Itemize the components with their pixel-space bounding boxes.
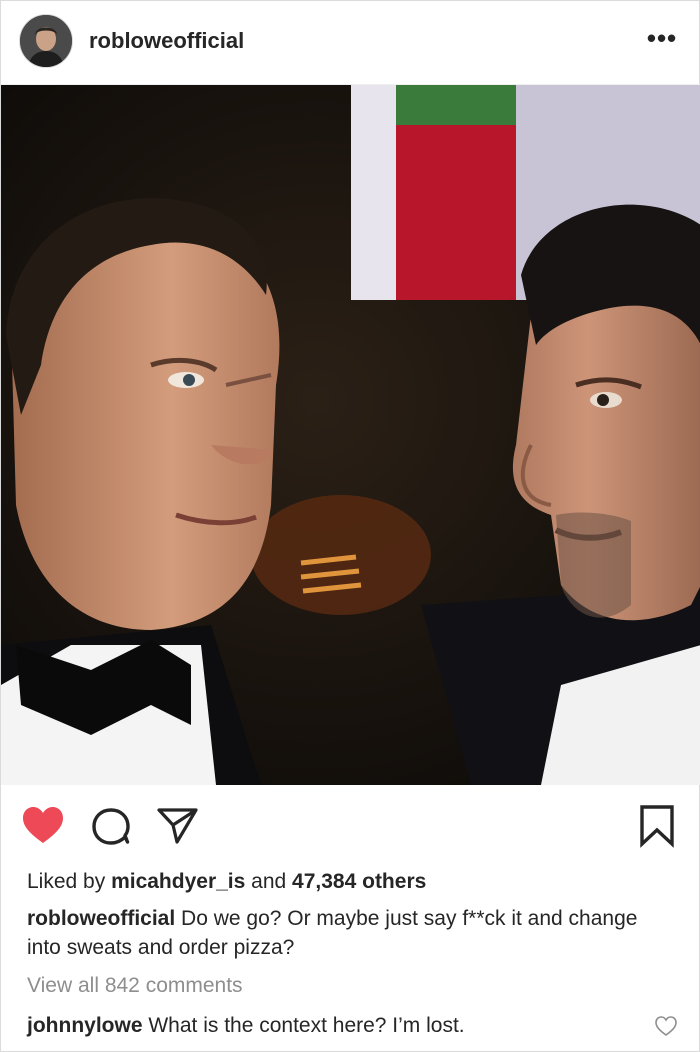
photo-image (1, 85, 700, 785)
ellipsis-icon: ••• (646, 22, 678, 53)
likes-prefix: Liked by (27, 870, 106, 893)
comment-text: What is the context here? I’m lost. (148, 1014, 465, 1037)
post-caption: robloweofficial Do we go? Or maybe just … (27, 904, 677, 962)
caption-username-link[interactable]: robloweofficial (27, 907, 175, 930)
likes-count-link[interactable]: 47,384 others (292, 870, 426, 893)
avatar-image (20, 15, 72, 67)
likes-and: and (251, 870, 287, 893)
speech-bubble-icon (92, 808, 130, 845)
view-all-comments-link[interactable]: View all 842 comments (27, 971, 677, 1000)
share-button[interactable] (153, 801, 201, 849)
avatar[interactable] (19, 14, 73, 68)
post-header: robloweofficial ••• (1, 1, 700, 85)
comment-like-button[interactable] (653, 1013, 679, 1039)
paper-plane-icon (157, 808, 198, 844)
liked-by-user-link[interactable]: micahdyer_is (111, 870, 245, 893)
like-button[interactable] (19, 801, 67, 849)
bookmark-icon (640, 805, 674, 848)
action-bar (1, 801, 700, 853)
heart-filled-icon (23, 807, 63, 843)
heart-outline-icon (655, 1016, 677, 1036)
comment-username-link[interactable]: johnnylowe (27, 1014, 143, 1037)
likes-summary: Liked by micahdyer_is and 47,384 others (27, 867, 677, 896)
comment-button[interactable] (87, 801, 135, 849)
comment-item: johnnylowe What is the context here? I’m… (27, 1011, 627, 1040)
save-button[interactable] (633, 801, 681, 849)
more-options-button[interactable]: ••• (647, 23, 677, 53)
post-username[interactable]: robloweofficial (89, 28, 244, 54)
post-photo[interactable] (1, 85, 700, 785)
post-card: robloweofficial ••• Liked by micahdyer_i… (0, 0, 700, 1052)
